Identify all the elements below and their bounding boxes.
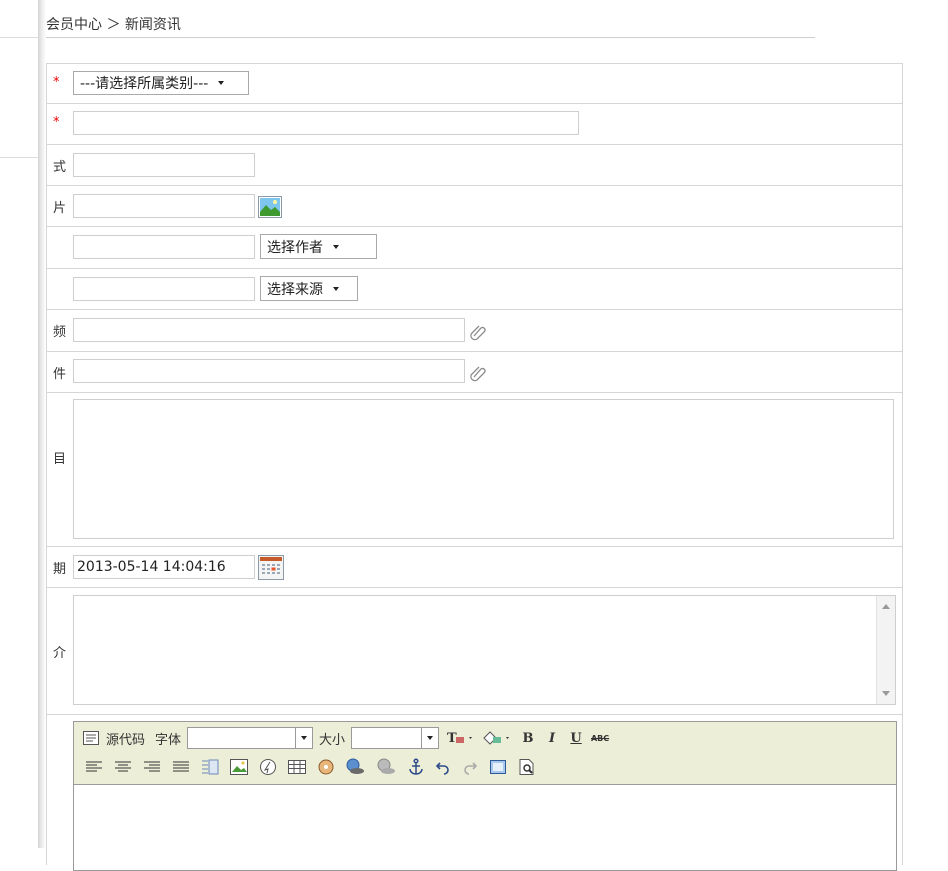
insert-table-icon[interactable] [287,758,307,776]
strikethrough-button[interactable]: ABC [591,729,609,747]
link-label: 频 [53,325,67,340]
source-code-icon[interactable] [82,729,100,747]
background-color-icon[interactable] [481,729,513,747]
image-input[interactable] [73,194,255,218]
row-content: 目 [47,393,902,547]
chevron-down-icon[interactable] [295,728,313,748]
author-select-value: 选择作者 [267,239,323,256]
title-input[interactable] [73,111,579,135]
summary-textarea[interactable] [73,595,896,705]
align-right-icon[interactable] [142,759,162,775]
calendar-icon[interactable] [258,555,284,580]
sidebar-shadow [38,0,46,848]
font-label: 字体 [155,732,182,748]
italic-button[interactable]: I [543,729,561,747]
scroll-up-icon[interactable] [882,604,890,609]
row-source: 选择来源 [47,269,902,310]
required-mark: * [53,75,60,90]
insert-image-icon[interactable] [229,758,249,776]
chevron-down-icon[interactable] [421,728,439,748]
content-textarea[interactable] [73,399,894,539]
row-category: * ---请选择所属类别--- [47,64,902,104]
scrollbar[interactable] [876,596,895,704]
row-attachment: 件 [47,352,902,393]
redo-icon[interactable] [461,758,479,776]
row-image: 片 [47,186,902,227]
fullscreen-icon[interactable] [488,758,508,776]
remove-link-icon[interactable] [376,758,398,776]
row-title: * [47,104,902,145]
link-input[interactable] [73,318,465,342]
rich-text-editor: 源代码 字体 大小 T B I U ABC [73,721,897,871]
source-code-button[interactable]: 源代码 [106,729,145,748]
category-select-value: ---请选择所属类别--- [80,76,209,92]
scroll-down-icon[interactable] [882,691,890,696]
bold-button[interactable]: B [519,729,537,747]
preview-icon[interactable] [517,758,537,776]
editor-toolbar: 源代码 字体 大小 T B I U ABC [74,722,896,785]
row-author: 选择作者 [47,227,902,269]
insert-flash-icon[interactable] [258,758,278,776]
anchor-icon[interactable] [407,758,425,776]
left-sidebar [0,0,38,848]
undo-icon[interactable] [434,758,452,776]
row-summary: 介 [47,588,902,715]
chevron-down-icon [333,244,339,249]
summary-label: 介 [53,646,67,661]
align-left-icon[interactable] [84,759,104,775]
insert-link-icon[interactable] [345,758,367,776]
source-input[interactable] [73,277,255,301]
breadcrumb-divider [46,37,815,38]
sidebar-divider [0,157,38,158]
date-input[interactable] [73,555,255,579]
source-select[interactable]: 选择来源 [260,276,358,301]
row-link: 频 [47,310,902,352]
chevron-down-icon [218,81,225,85]
content-label: 目 [53,452,67,467]
style-label: 式 [53,160,67,175]
news-form: * ---请选择所属类别--- * 式 片 选择作者 选择来源 频 件 目 期 … [46,63,903,871]
paperclip-icon[interactable] [470,323,488,341]
row-date: 期 [47,547,902,588]
insert-media-icon[interactable] [316,758,336,776]
date-label: 期 [53,562,67,577]
text-color-icon[interactable]: T [445,729,475,747]
image-picture-icon[interactable] [258,196,282,218]
font-size-select[interactable] [351,727,440,749]
sidebar-divider [0,37,38,38]
category-select[interactable]: ---请选择所属类别--- [73,71,249,95]
image-label: 片 [53,201,67,216]
svg-text:T: T [447,731,457,746]
author-input[interactable] [73,235,255,259]
breadcrumb: 会员中心 ＞ 新闻资讯 [46,17,181,33]
horizontal-rule-icon[interactable] [200,759,220,775]
paperclip-icon[interactable] [470,364,488,382]
style-input[interactable] [73,153,255,177]
font-family-select[interactable] [187,727,314,749]
align-justify-icon[interactable] [171,759,191,775]
chevron-down-icon [333,286,339,291]
attachment-input[interactable] [73,359,465,383]
author-select[interactable]: 选择作者 [260,234,377,259]
source-select-value: 选择来源 [267,281,323,298]
row-style: 式 [47,145,902,186]
font-size-label: 大小 [319,732,346,748]
required-mark: * [53,115,60,130]
row-editor: 源代码 字体 大小 T B I U ABC [47,715,902,871]
align-center-icon[interactable] [113,759,133,775]
underline-button[interactable]: U [567,729,585,747]
attachment-label: 件 [53,367,67,382]
